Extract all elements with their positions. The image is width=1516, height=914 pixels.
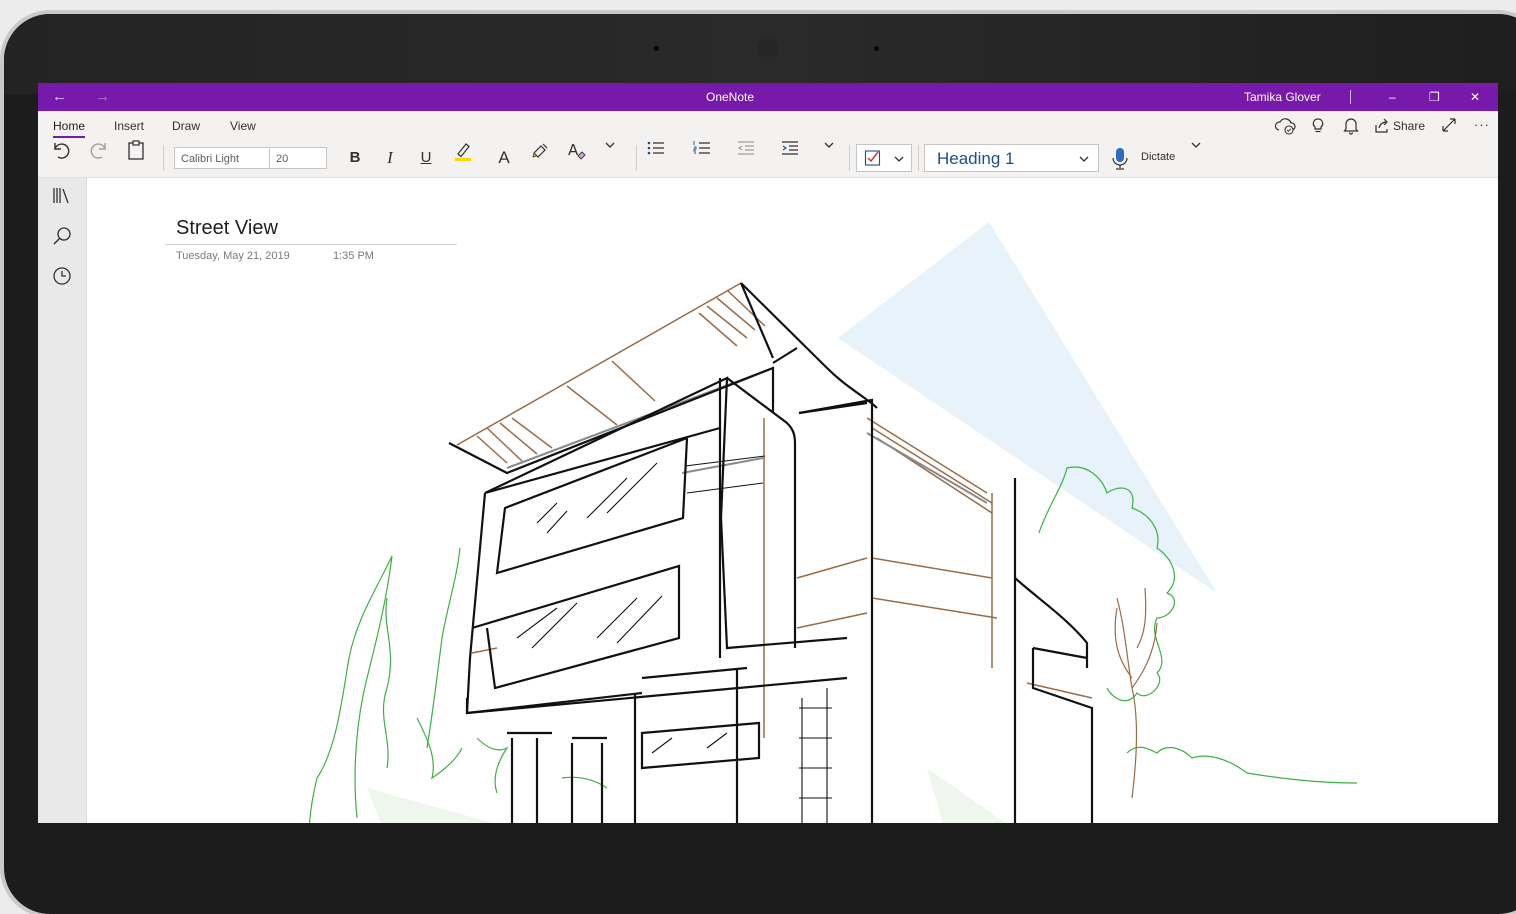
onenote-window: ← → OneNote Tamika Glover – ❐ ✕ Home Ins… [38, 83, 1498, 823]
tab-draw[interactable]: Draw [172, 119, 200, 133]
search-icon[interactable] [50, 224, 74, 248]
style-value: Heading 1 [937, 149, 1015, 168]
font-name-field[interactable]: Calibri Light [174, 147, 270, 169]
microphone-icon[interactable] [1111, 147, 1129, 171]
restore-button[interactable]: ❐ [1429, 83, 1440, 111]
svg-text:A: A [568, 141, 579, 159]
chevron-down-icon [1078, 153, 1090, 165]
share-button[interactable]: Share [1393, 119, 1425, 133]
ribbon-tabs: Home Insert Draw View Share ··· [38, 111, 1498, 139]
todo-tag-icon [864, 149, 882, 167]
italic-button[interactable]: I [378, 139, 402, 177]
recent-icon[interactable] [50, 264, 74, 288]
clipboard-icon[interactable] [126, 139, 154, 177]
title-underline [165, 244, 457, 245]
bold-button[interactable]: B [343, 139, 367, 177]
navigation-sidebar [38, 178, 87, 823]
fullscreen-icon[interactable] [1440, 116, 1458, 134]
toolbar-separator [636, 145, 637, 171]
numbering-icon[interactable] [692, 139, 716, 177]
underline-button[interactable]: U [414, 139, 438, 177]
todo-tag-dropdown[interactable] [856, 144, 912, 172]
page-time: 1:35 PM [333, 250, 374, 262]
sensor-dot-left [654, 46, 659, 51]
highlighter-icon[interactable] [452, 139, 478, 177]
page-date: Tuesday, May 21, 2019 [176, 250, 290, 262]
close-button[interactable]: ✕ [1470, 83, 1480, 111]
font-size-field[interactable]: 20 [269, 147, 327, 169]
share-icon[interactable] [1373, 116, 1391, 136]
tab-insert[interactable]: Insert [114, 119, 144, 133]
outdent-icon[interactable] [736, 139, 760, 177]
sensor-dot-right [874, 46, 879, 51]
font-color-button[interactable]: A [492, 139, 516, 177]
toolbar-separator [849, 145, 850, 171]
style-dropdown[interactable]: Heading 1 [924, 144, 1099, 172]
bell-icon[interactable] [1342, 116, 1360, 136]
chevron-down-icon [893, 153, 905, 165]
app-title: OneNote [706, 90, 755, 104]
title-divider [1350, 90, 1351, 104]
clear-format-icon[interactable]: A [566, 139, 592, 177]
chevron-down-icon[interactable] [1190, 139, 1210, 177]
more-options-button[interactable]: ··· [1474, 117, 1490, 132]
toolbar-separator [163, 145, 164, 171]
tab-home[interactable]: Home [53, 119, 86, 138]
dictate-button[interactable]: Dictate [1141, 151, 1175, 163]
indent-icon[interactable] [780, 139, 804, 177]
lightbulb-icon[interactable] [1310, 116, 1326, 136]
sync-icon[interactable] [1273, 116, 1299, 136]
notebooks-icon[interactable] [50, 184, 74, 208]
title-bar: ← → OneNote Tamika Glover – ❐ ✕ [38, 83, 1498, 111]
back-button[interactable]: ← [52, 83, 67, 111]
forward-button[interactable]: → [95, 83, 110, 111]
chevron-down-icon[interactable] [604, 139, 624, 177]
undo-icon[interactable] [50, 139, 78, 177]
building-sketch-drawing[interactable] [87, 178, 1498, 823]
ribbon-toolbar: Calibri Light 20 B I U A A Heading 1 Dic… [38, 139, 1498, 178]
camera-lens [757, 38, 779, 60]
minimize-button[interactable]: – [1389, 83, 1396, 111]
toolbar-separator [918, 145, 919, 171]
page-canvas[interactable]: Street View Tuesday, May 21, 2019 1:35 P… [87, 178, 1498, 823]
format-painter-icon[interactable] [530, 139, 556, 177]
redo-icon[interactable] [88, 139, 116, 177]
tab-view[interactable]: View [230, 119, 256, 133]
bullets-icon[interactable] [646, 139, 670, 177]
page-title[interactable]: Street View [176, 217, 278, 240]
chevron-down-icon[interactable] [823, 139, 843, 177]
user-name[interactable]: Tamika Glover [1244, 83, 1321, 111]
